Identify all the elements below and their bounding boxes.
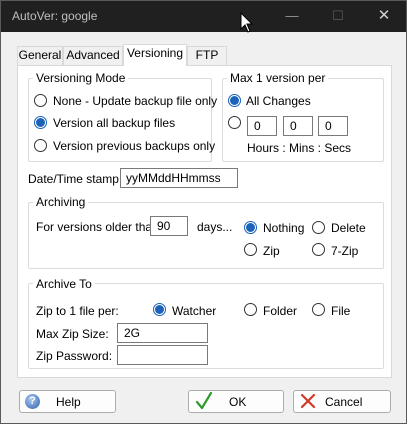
radio-version-all-label: Version all backup files (53, 116, 176, 130)
maximize-button[interactable]: ☐ (315, 1, 361, 32)
radio-all-changes-label: All Changes (246, 94, 311, 108)
timestamp-input[interactable]: yyMMddHHmmss (120, 168, 238, 188)
tab-general[interactable]: General (17, 46, 63, 65)
cancel-button-label: Cancel (325, 395, 363, 409)
archive-to-title: Archive To (33, 277, 95, 291)
days-input[interactable]: 90 (150, 216, 188, 236)
radio-all-changes[interactable] (228, 94, 241, 107)
timestamp-label: Date/Time stamp: (28, 172, 123, 186)
interval-caption: Hours : Mins : Secs (247, 141, 352, 155)
window-title: AutoVer: google (12, 9, 98, 23)
help-button[interactable]: ? Help (19, 390, 116, 413)
tab-versioning[interactable]: Versioning (123, 44, 187, 66)
mins-input[interactable]: 0 (283, 116, 313, 136)
close-button[interactable]: ✕ (361, 1, 407, 32)
archiving-group (28, 202, 384, 269)
checkmark-icon (195, 391, 213, 410)
minimize-button[interactable]: — (269, 1, 315, 32)
ok-button-label: OK (229, 395, 247, 409)
radio-7zip-label: 7-Zip (331, 244, 359, 258)
password-input[interactable] (117, 345, 208, 365)
radio-nothing-label: Nothing (263, 221, 305, 235)
radio-version-previous[interactable] (34, 139, 47, 152)
archiving-prefix: For versions older than (36, 220, 159, 234)
radio-delete[interactable] (312, 221, 325, 234)
radio-version-previous-label: Version previous backups only (53, 139, 216, 153)
radio-nothing[interactable] (244, 221, 257, 234)
radio-folder-label: Folder (263, 304, 298, 318)
max-version-title: Max 1 version per (227, 71, 329, 85)
title-bar[interactable]: AutoVer: google — ☐ ✕ (1, 1, 406, 32)
cancel-x-icon (300, 393, 316, 409)
radio-zip-label: Zip (263, 244, 280, 258)
dialog-window: AutoVer: google — ☐ ✕ General Advanced V… (0, 0, 407, 424)
cancel-button[interactable]: Cancel (293, 390, 391, 413)
max-zip-label: Max Zip Size: (36, 327, 109, 341)
radio-file-label: File (331, 304, 351, 318)
zip-per-label: Zip to 1 file per: (36, 304, 119, 318)
mouse-cursor-icon (240, 12, 253, 33)
ok-button[interactable]: OK (188, 390, 284, 413)
radio-watcher[interactable] (153, 303, 166, 316)
tab-advanced[interactable]: Advanced (63, 46, 123, 65)
password-label: Zip Password: (36, 349, 113, 363)
radio-custom-interval[interactable] (228, 116, 241, 129)
max-zip-input[interactable]: 2G (117, 323, 208, 343)
radio-version-all[interactable] (34, 116, 47, 129)
radio-none[interactable] (34, 94, 47, 107)
archiving-title: Archiving (33, 195, 89, 209)
radio-folder[interactable] (244, 303, 257, 316)
secs-input[interactable]: 0 (318, 116, 348, 136)
hours-input[interactable]: 0 (247, 116, 277, 136)
radio-delete-label: Delete (331, 221, 366, 235)
archiving-suffix: days... (197, 220, 233, 234)
help-button-label: Help (56, 395, 81, 409)
radio-watcher-label: Watcher (172, 304, 217, 318)
radio-file[interactable] (312, 303, 325, 316)
radio-zip[interactable] (244, 243, 257, 256)
tab-ftp[interactable]: FTP (187, 46, 227, 65)
radio-none-label: None - Update backup file only (53, 94, 218, 108)
versioning-mode-title: Versioning Mode (33, 71, 129, 85)
help-icon: ? (25, 394, 40, 409)
radio-7zip[interactable] (312, 243, 325, 256)
